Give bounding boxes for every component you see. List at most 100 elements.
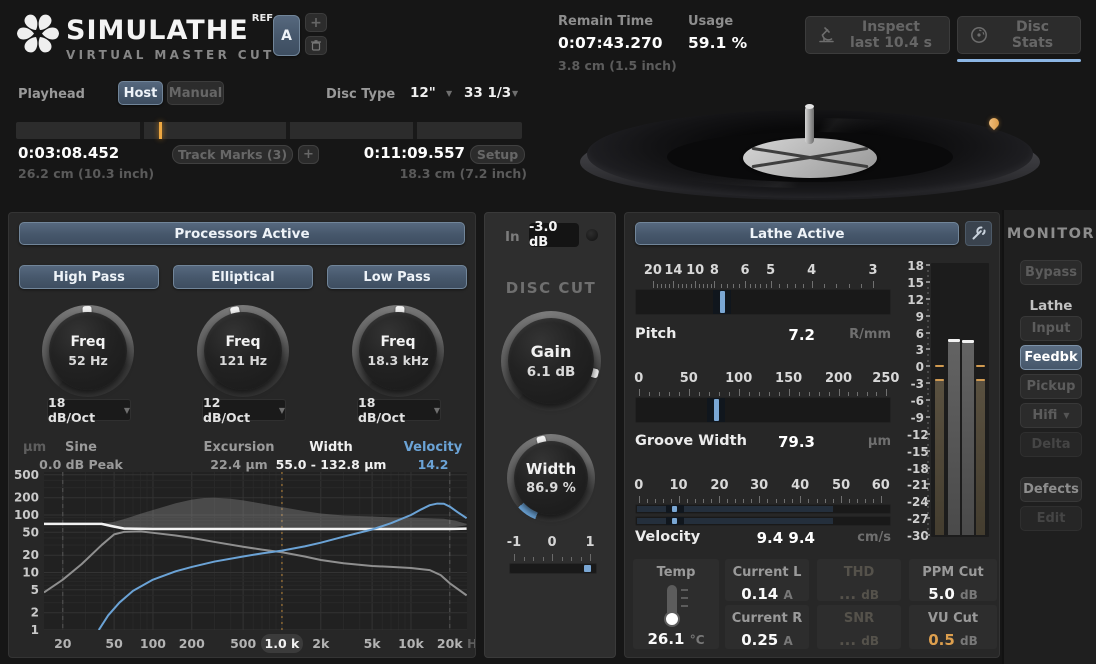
- width-knob[interactable]: Width 86.9 %: [507, 434, 595, 522]
- pitch-tick-minor: [669, 284, 670, 288]
- disc-speed-select[interactable]: 33 1/3: [464, 85, 511, 101]
- high-pass-slope-dropdown[interactable]: 18 dB/Oct▼: [47, 399, 131, 421]
- meter-bar-side: [935, 379, 944, 535]
- meter-tick-dash: [926, 264, 930, 266]
- x-tick-label[interactable]: 1.0 k: [265, 636, 300, 651]
- low-pass-slope-dropdown[interactable]: 18 dB/Oct▼: [357, 399, 441, 421]
- pitch-bar[interactable]: [635, 289, 891, 315]
- processors-active-button[interactable]: Processors Active: [19, 222, 465, 245]
- velocity-indicator[interactable]: [672, 518, 677, 524]
- monitor-hifi-button[interactable]: Hifi▼: [1020, 403, 1082, 428]
- meter-tick-dot: [927, 320, 929, 322]
- disc-stats-button[interactable]: Disc Stats: [957, 16, 1081, 54]
- disc-cut-panel: In -3.0 dB DISC CUT Gain 6.1 dB Width 86…: [484, 212, 616, 658]
- elliptical-freq-knob[interactable]: Freq 121 Hz: [197, 305, 289, 397]
- track-mark[interactable]: [140, 122, 144, 139]
- meter-tick-dot: [927, 410, 929, 412]
- gain-knob[interactable]: Gain 6.1 dB: [501, 311, 601, 411]
- elliptical-button[interactable]: Elliptical: [173, 265, 313, 289]
- input-level-value[interactable]: -3.0 dB: [529, 223, 579, 247]
- track-mark[interactable]: [286, 122, 290, 139]
- velocity-unit: cm/s: [821, 530, 891, 545]
- high-pass-button[interactable]: High Pass: [19, 265, 159, 289]
- x-tick-label[interactable]: 500: [230, 636, 256, 651]
- pitch-tick-minor: [665, 284, 666, 288]
- playhead-host-button[interactable]: Host: [118, 81, 163, 105]
- disc-size-select[interactable]: 12": [410, 85, 436, 101]
- x-tick-label[interactable]: 10k: [398, 636, 424, 651]
- groove-indicator[interactable]: [714, 399, 719, 421]
- meter-tick-dot: [927, 405, 929, 407]
- x-tick-label[interactable]: 2k: [312, 636, 330, 651]
- playhead-manual-button[interactable]: Manual: [167, 81, 224, 105]
- groove-tick-minor: [799, 392, 800, 396]
- disc-speed-caret-icon[interactable]: ▼: [512, 89, 518, 98]
- velocity-tick: [719, 496, 720, 503]
- x-tick-label[interactable]: 20k: [437, 636, 463, 651]
- preset-selector-button[interactable]: A: [273, 15, 300, 56]
- disc-size-caret-icon[interactable]: ▼: [446, 89, 452, 98]
- x-tick-label[interactable]: 50: [105, 636, 123, 651]
- pitch-scale-label: 6: [741, 263, 750, 278]
- x-tick-label[interactable]: 20: [54, 636, 72, 651]
- monitor-pickup-button[interactable]: Pickup: [1020, 374, 1082, 399]
- monitor-defects-button[interactable]: Defects: [1020, 477, 1082, 502]
- pitch-tick-minor: [691, 284, 692, 288]
- meter-tick-dash: [926, 416, 930, 418]
- groove-tick-minor: [749, 392, 750, 396]
- balance-track[interactable]: [509, 563, 597, 574]
- monitor-button-label: Edit: [1037, 511, 1066, 526]
- pitch-tick-minor: [682, 284, 683, 288]
- velocity-bar[interactable]: [635, 516, 891, 526]
- meter-tick-dash: [926, 399, 930, 401]
- pitch-tick-minor: [686, 284, 687, 288]
- low-pass-freq-knob[interactable]: Freq 18.3 kHz: [352, 305, 444, 397]
- x-tick-label[interactable]: 100: [140, 636, 166, 651]
- input-trim-knob[interactable]: [586, 229, 598, 241]
- meter-tick-dot: [927, 388, 929, 390]
- track-marks-button[interactable]: Track Marks (3): [172, 145, 293, 164]
- velocity-tick-minor: [865, 499, 866, 503]
- preset-add-button[interactable]: +: [305, 13, 327, 32]
- meter-tick-dash: [926, 348, 930, 350]
- pitch-unit: R/mm: [821, 327, 891, 342]
- high-pass-freq-knob[interactable]: Freq 52 Hz: [42, 305, 134, 397]
- level-meter: 1815129630-3-6-9-12-15-18-21-24-27-30: [907, 257, 995, 549]
- meter-bar-side: [976, 379, 985, 535]
- pitch-tick-minor: [661, 284, 662, 288]
- timeline-bar[interactable]: [16, 122, 522, 139]
- balance-handle[interactable]: [584, 565, 591, 572]
- inspect-button[interactable]: Inspect last 10.4 s: [805, 16, 950, 54]
- app-title-block: SIMULATHEREF VIRTUAL MASTER CUT: [66, 14, 275, 62]
- pitch-indicator[interactable]: [720, 291, 725, 313]
- pitch-tick: [673, 281, 674, 288]
- x-tick-label[interactable]: 200: [179, 636, 205, 651]
- monitor-input-button[interactable]: Input: [1020, 316, 1082, 341]
- balance-tick-label: -1: [507, 535, 521, 550]
- x-tick-label[interactable]: 5k: [364, 636, 382, 651]
- meter-tick-dot: [927, 326, 929, 328]
- groove-bar[interactable]: [635, 397, 891, 423]
- balance-slider[interactable]: -101: [485, 535, 617, 583]
- setup-button[interactable]: Setup: [470, 145, 525, 164]
- monitor-delta-button[interactable]: Delta: [1020, 432, 1082, 457]
- add-track-mark-button[interactable]: +: [298, 145, 319, 164]
- pitch-tick: [745, 281, 746, 288]
- groove-scale-label: 0: [634, 371, 643, 386]
- remain-time-radius: 3.8 cm (1.5 inch): [558, 58, 677, 73]
- track-mark[interactable]: [413, 122, 417, 139]
- y-tick-label: 200: [14, 491, 39, 505]
- monitor-edit-button[interactable]: Edit: [1020, 506, 1082, 531]
- preset-delete-button[interactable]: [305, 36, 327, 55]
- app-subtitle: VIRTUAL MASTER CUT: [66, 48, 275, 62]
- monitor-feedbk-button[interactable]: Feedbk: [1020, 345, 1082, 370]
- elliptical-slope-dropdown[interactable]: 12 dB/Oct▼: [202, 399, 286, 421]
- lathe-settings-button[interactable]: [965, 221, 992, 246]
- low-pass-button[interactable]: Low Pass: [327, 265, 467, 289]
- playhead-cursor[interactable]: [159, 122, 162, 139]
- pitch-tick: [714, 281, 715, 288]
- lathe-active-button[interactable]: Lathe Active: [635, 222, 959, 245]
- velocity-bar[interactable]: [635, 504, 891, 514]
- monitor-bypass-button[interactable]: Bypass: [1020, 260, 1082, 285]
- velocity-indicator[interactable]: [672, 506, 677, 512]
